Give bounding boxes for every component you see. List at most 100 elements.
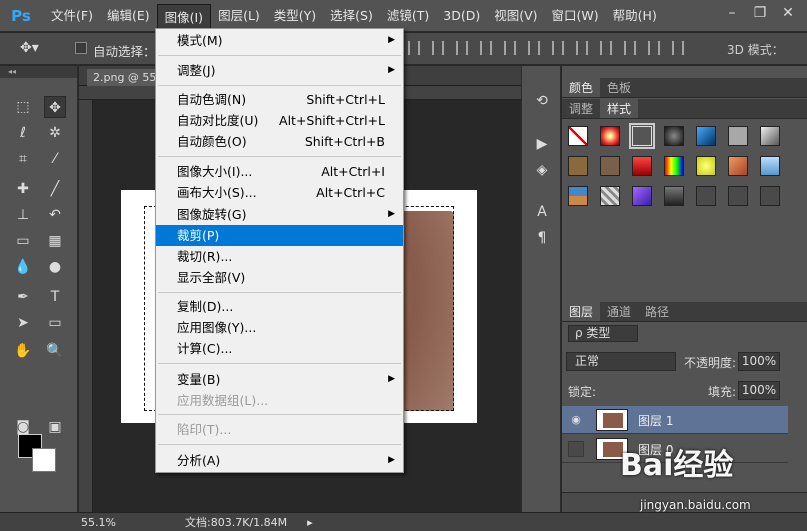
align-icon[interactable] (552, 41, 564, 55)
auto-select-checkbox[interactable] (75, 42, 87, 54)
style-swatch[interactable] (664, 156, 684, 176)
style-swatch[interactable] (632, 156, 652, 176)
menu-item-apply-image[interactable]: 应用图像(Y)... (156, 317, 403, 338)
tab-styles[interactable]: 样式 (600, 99, 639, 118)
style-swatch[interactable] (600, 186, 620, 206)
background-color-swatch[interactable] (32, 448, 56, 472)
pen-tool-icon[interactable]: ✒ (12, 286, 34, 308)
menu-item-trim[interactable]: 裁切(R)... (156, 246, 403, 267)
style-swatch[interactable] (600, 156, 620, 176)
dodge-tool-icon[interactable]: ● (44, 256, 66, 278)
style-swatch[interactable] (728, 156, 748, 176)
tools-collapse-handle[interactable]: ◂◂ (0, 66, 77, 78)
zoom-level[interactable]: 55.1% (79, 516, 129, 529)
menu-item-variables[interactable]: 变量(B) ▶ (156, 369, 403, 390)
menu-item-auto-tone[interactable]: 自动色调(N) Shift+Ctrl+L (156, 89, 403, 110)
move-tool-icon[interactable]: ✥▾ (20, 40, 39, 56)
lasso-tool-icon[interactable]: ℓ (12, 122, 34, 144)
style-swatch[interactable] (728, 186, 748, 206)
crop-tool-icon[interactable]: ⌗ (12, 148, 34, 170)
eraser-tool-icon[interactable]: ▭ (12, 230, 34, 252)
menu-item-crop[interactable]: 裁剪(P) (156, 225, 403, 246)
layer-filter-kind-select[interactable]: ρ 类型 (568, 325, 638, 342)
align-icon[interactable] (648, 41, 660, 55)
menu-item-image-rotation[interactable]: 图像旋转(G) ▶ (156, 204, 403, 225)
align-icon[interactable] (432, 41, 444, 55)
style-swatch[interactable] (696, 156, 716, 176)
align-icon[interactable] (456, 41, 468, 55)
menu-item-adjustments[interactable]: 调整(J) ▶ (156, 60, 403, 81)
history-icon[interactable]: ⟲ (531, 91, 553, 111)
menu-file[interactable]: 文件(F) (44, 0, 100, 32)
paragraph-icon[interactable]: ¶ (531, 228, 553, 248)
align-icon[interactable] (480, 41, 492, 55)
tab-adjustments[interactable]: 调整 (562, 99, 600, 118)
align-icon[interactable] (600, 41, 612, 55)
character-icon[interactable]: A (531, 202, 553, 222)
magic-wand-icon[interactable]: ✲ (44, 122, 66, 144)
tab-color[interactable]: 颜色 (562, 78, 601, 97)
restore-button[interactable]: ❐ (749, 4, 771, 22)
gradient-tool-icon[interactable]: ▦ (44, 230, 66, 252)
menu-edit[interactable]: 编辑(E) (100, 0, 157, 32)
shape-tool-icon[interactable]: ▭ (44, 312, 66, 334)
menu-view[interactable]: 视图(V) (487, 0, 544, 32)
style-swatch[interactable] (664, 186, 684, 206)
move-tool-icon[interactable]: ✥ (44, 96, 66, 118)
brush-tool-icon[interactable]: ╱ (44, 178, 66, 200)
screen-mode-icon[interactable]: ▣ (44, 416, 66, 438)
menu-item-mode[interactable]: 模式(M) ▶ (156, 30, 403, 51)
path-select-icon[interactable]: ➤ (12, 312, 34, 334)
zoom-tool-icon[interactable]: 🔍 (44, 340, 66, 362)
menu-item-auto-contrast[interactable]: 自动对比度(U) Alt+Shift+Ctrl+L (156, 110, 403, 131)
blend-mode-select[interactable]: 正常 (566, 352, 676, 371)
menu-help[interactable]: 帮助(H) (606, 0, 664, 32)
style-swatch[interactable] (760, 126, 780, 146)
type-tool-icon[interactable]: T (44, 286, 66, 308)
history-brush-icon[interactable]: ↶ (44, 204, 66, 226)
align-icon[interactable] (528, 41, 540, 55)
align-icon[interactable] (672, 41, 684, 55)
tab-layers[interactable]: 图层 (562, 302, 601, 321)
fill-input[interactable]: 100% (738, 381, 780, 400)
style-swatch[interactable] (568, 186, 588, 206)
style-swatch[interactable] (568, 156, 588, 176)
menu-item-image-size[interactable]: 图像大小(I)... Alt+Ctrl+I (156, 161, 403, 182)
menu-item-auto-color[interactable]: 自动颜色(O) Shift+Ctrl+B (156, 131, 403, 152)
style-swatch[interactable] (696, 126, 716, 146)
menu-item-canvas-size[interactable]: 画布大小(S)... Alt+Ctrl+C (156, 182, 403, 203)
style-swatch[interactable] (760, 186, 780, 206)
tab-swatches[interactable]: 色板 (600, 78, 638, 97)
actions-play-icon[interactable]: ▶ (531, 134, 553, 154)
style-swatch[interactable] (664, 126, 684, 146)
menu-item-duplicate[interactable]: 复制(D)... (156, 296, 403, 317)
quick-mask-icon[interactable]: ◙ (12, 416, 34, 438)
style-swatch[interactable] (629, 123, 655, 149)
menu-3d[interactable]: 3D(D) (436, 0, 487, 32)
status-arrow-icon[interactable]: ▸ (307, 516, 313, 529)
3d-cube-icon[interactable]: ◈ (531, 160, 553, 180)
tab-paths[interactable]: 路径 (638, 302, 676, 321)
align-icon[interactable] (576, 41, 588, 55)
marquee-tool-icon[interactable]: ⬚ (12, 96, 34, 118)
menu-item-reveal-all[interactable]: 显示全部(V) (156, 267, 403, 288)
visibility-toggle-empty[interactable] (568, 441, 584, 457)
tab-channels[interactable]: 通道 (600, 302, 638, 321)
menu-item-calculations[interactable]: 计算(C)... (156, 338, 403, 359)
healing-brush-icon[interactable]: ✚ (12, 178, 34, 200)
align-icon[interactable] (624, 41, 636, 55)
eyedropper-icon[interactable]: ⁄ (44, 148, 66, 170)
style-swatch[interactable] (760, 156, 780, 176)
visibility-eye-icon[interactable]: ◉ (568, 412, 584, 428)
style-swatch[interactable] (600, 126, 620, 146)
style-none-swatch[interactable] (568, 126, 588, 146)
minimize-button[interactable]: – (721, 4, 743, 22)
menu-item-analysis[interactable]: 分析(A) ▶ (156, 450, 403, 471)
close-button[interactable]: ✕ (777, 4, 799, 22)
clone-stamp-icon[interactable]: ⊥ (12, 204, 34, 226)
hand-tool-icon[interactable]: ✋ (12, 340, 34, 362)
menu-window[interactable]: 窗口(W) (545, 0, 606, 32)
layer-row-1[interactable]: ◉ 图层 1 (562, 406, 788, 434)
style-swatch[interactable] (632, 186, 652, 206)
blur-tool-icon[interactable]: 💧 (12, 256, 34, 278)
